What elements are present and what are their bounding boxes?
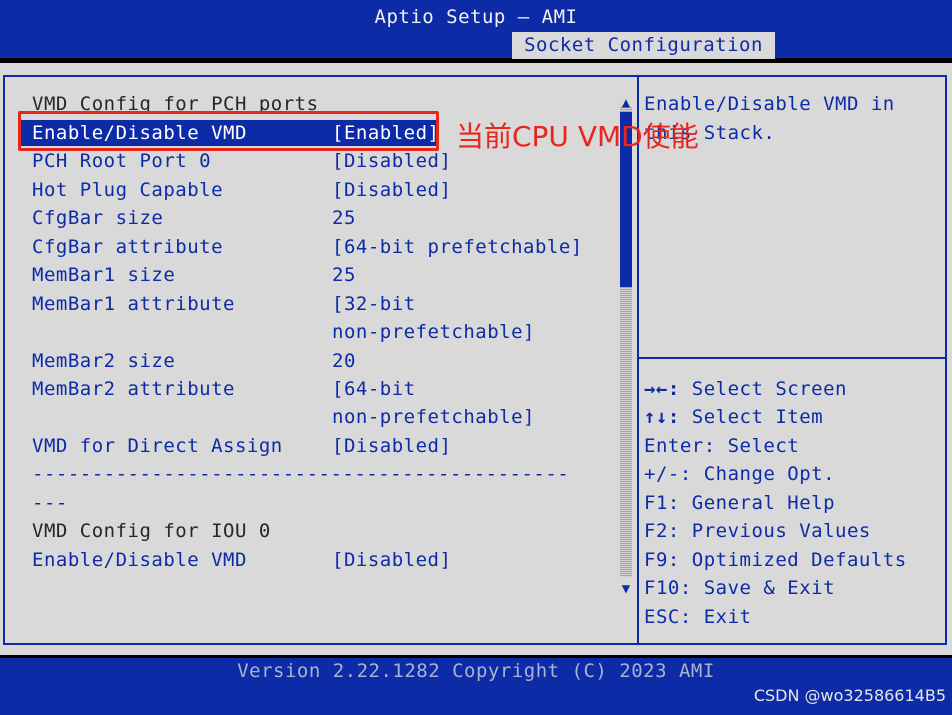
- tab-socket-configuration[interactable]: Socket Configuration: [512, 32, 775, 59]
- setting-row-cfgbar-size[interactable]: CfgBar size 25: [0, 204, 610, 232]
- setting-value-continued: non-prefetchable]: [332, 406, 535, 428]
- setting-row-membar2-attribute[interactable]: MemBar2 attribute [64-bit: [0, 375, 610, 403]
- key-name: Enter:: [644, 435, 716, 457]
- setting-label: Enable/Disable VMD: [32, 549, 247, 571]
- version-text: Version 2.22.1282 Copyright (C) 2023 AMI: [237, 660, 715, 682]
- key-name: →←:: [644, 378, 680, 400]
- key-name: F1:: [644, 492, 680, 514]
- help-divider: [639, 357, 945, 359]
- key-name: +/-:: [644, 463, 692, 485]
- setting-value[interactable]: [64-bit: [332, 375, 416, 403]
- setting-label: CfgBar attribute: [32, 236, 224, 258]
- setting-label: CfgBar size: [32, 207, 164, 229]
- separator-line: ----------------------------------------…: [0, 460, 610, 488]
- setting-row-membar1-attribute-cont: non-prefetchable]: [0, 318, 610, 346]
- up-triangle-icon[interactable]: ▲: [617, 94, 635, 112]
- key-hint-select-screen: →←: Select Screen: [644, 375, 847, 403]
- setting-value-continued: non-prefetchable]: [332, 321, 535, 343]
- watermark: CSDN @wo32586614B5: [753, 686, 946, 705]
- setting-row-vmd-direct-assign[interactable]: VMD for Direct Assign [Disabled]: [0, 432, 610, 460]
- down-triangle-icon[interactable]: ▼: [617, 580, 635, 598]
- setting-value[interactable]: 25: [332, 204, 356, 232]
- key-action: Exit: [691, 606, 752, 628]
- setting-value[interactable]: 20: [332, 347, 356, 375]
- key-action: Select Item: [679, 406, 824, 428]
- app-title: Aptio Setup – AMI: [374, 6, 578, 28]
- setting-label: MemBar1 attribute: [32, 293, 235, 315]
- key-hint-enter: Enter: Select: [644, 432, 799, 460]
- setting-row-hot-plug[interactable]: Hot Plug Capable [Disabled]: [0, 176, 610, 204]
- separator-line-tail: ---: [0, 489, 610, 517]
- key-action: Select Screen: [679, 378, 847, 400]
- key-hint-select-item: ↑↓: Select Item: [644, 403, 823, 431]
- key-name: F10:: [644, 577, 692, 599]
- key-action: Save & Exit: [691, 577, 836, 599]
- setting-value[interactable]: [Disabled]: [332, 176, 451, 204]
- setting-label: PCH Root Port 0: [32, 150, 212, 172]
- setting-label: MemBar2 size: [32, 350, 176, 372]
- key-name: ↑↓:: [644, 406, 680, 428]
- setting-value[interactable]: [Disabled]: [332, 147, 451, 175]
- setting-label: MemBar1 size: [32, 264, 176, 286]
- setting-value[interactable]: 25: [332, 261, 356, 289]
- separator-text: ----------------------------------------…: [32, 463, 570, 485]
- key-hint-change-opt: +/-: Change Opt.: [644, 460, 835, 488]
- setting-value[interactable]: [32-bit: [332, 290, 416, 318]
- key-name: F2:: [644, 520, 680, 542]
- setting-label: VMD for Direct Assign: [32, 435, 283, 457]
- annotation-highlight-box: [18, 111, 439, 151]
- key-name: ESC:: [644, 606, 692, 628]
- setting-label: MemBar2 attribute: [32, 378, 235, 400]
- setting-row-membar2-size[interactable]: MemBar2 size 20: [0, 347, 610, 375]
- setting-value[interactable]: [64-bit prefetchable]: [332, 233, 583, 261]
- key-hint-f1: F1: General Help: [644, 489, 835, 517]
- setting-row-iou-enable-vmd[interactable]: Enable/Disable VMD [Disabled]: [0, 546, 610, 574]
- section-heading-iou: VMD Config for IOU 0: [0, 517, 610, 545]
- annotation-text: 当前CPU VMD使能: [456, 120, 699, 153]
- key-hint-f2: F2: Previous Values: [644, 517, 871, 545]
- key-name: F9:: [644, 549, 680, 571]
- key-hint-f9: F9: Optimized Defaults: [644, 546, 907, 574]
- setting-value[interactable]: [Disabled]: [332, 432, 451, 460]
- key-action: Previous Values: [679, 520, 871, 542]
- vertical-divider: [637, 75, 639, 645]
- setting-row-membar2-attribute-cont: non-prefetchable]: [0, 403, 610, 431]
- key-hint-f10: F10: Save & Exit: [644, 574, 835, 602]
- help-text-line1: Enable/Disable VMD in: [644, 93, 895, 115]
- key-action: General Help: [679, 492, 836, 514]
- key-action: Optimized Defaults: [679, 549, 907, 571]
- separator-text: ---: [32, 492, 68, 514]
- setting-label: Hot Plug Capable: [32, 179, 224, 201]
- key-hint-esc: ESC: Exit: [644, 603, 751, 631]
- section-heading-iou-label: VMD Config for IOU 0: [32, 520, 271, 542]
- key-action: Select: [715, 435, 800, 457]
- key-action: Change Opt.: [691, 463, 836, 485]
- setting-row-membar1-attribute[interactable]: MemBar1 attribute [32-bit: [0, 290, 610, 318]
- setting-row-cfgbar-attribute[interactable]: CfgBar attribute [64-bit prefetchable]: [0, 233, 610, 261]
- setting-row-membar1-size[interactable]: MemBar1 size 25: [0, 261, 610, 289]
- setting-value[interactable]: [Disabled]: [332, 546, 451, 574]
